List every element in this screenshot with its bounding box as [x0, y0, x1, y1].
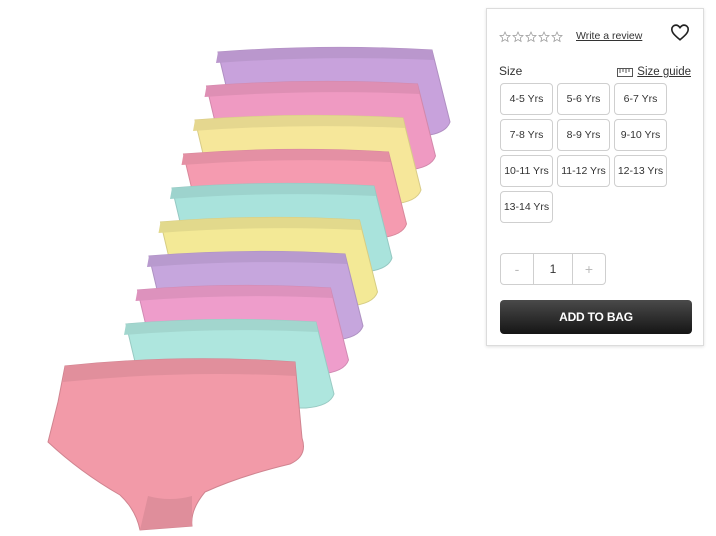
size-option[interactable]: 12-13 Yrs [614, 155, 667, 187]
size-option[interactable]: 5-6 Yrs [557, 83, 610, 115]
size-option[interactable]: 8-9 Yrs [557, 119, 610, 151]
rating-stars [499, 31, 563, 43]
size-option[interactable]: 13-14 Yrs [500, 191, 553, 223]
size-label: Size [499, 64, 523, 78]
star-icon [525, 31, 537, 43]
quantity-decrease-button[interactable]: - [500, 253, 534, 285]
star-icon [499, 31, 511, 43]
size-option[interactable]: 10-11 Yrs [500, 155, 553, 187]
size-options: 4-5 Yrs 5-6 Yrs 6-7 Yrs 7-8 Yrs 8-9 Yrs … [500, 83, 672, 223]
size-option[interactable]: 4-5 Yrs [500, 83, 553, 115]
ruler-icon [617, 67, 634, 77]
star-icon [538, 31, 550, 43]
size-guide-link[interactable]: Size guide [617, 66, 691, 78]
size-option[interactable]: 11-12 Yrs [557, 155, 610, 187]
size-guide-label: Size guide [637, 66, 691, 78]
brief-gusset [140, 496, 192, 530]
size-option[interactable]: 9-10 Yrs [614, 119, 667, 151]
star-icon [512, 31, 524, 43]
add-to-bag-button[interactable]: ADD TO BAG [500, 300, 692, 334]
star-icon [551, 31, 563, 43]
purchase-panel: Write a review Size Size guide 4-5 Yrs 5… [486, 8, 704, 346]
size-option[interactable]: 7-8 Yrs [500, 119, 553, 151]
quantity-increase-button[interactable]: + [572, 253, 606, 285]
write-review-link[interactable]: Write a review [576, 30, 642, 42]
quantity-value[interactable]: 1 [534, 253, 572, 285]
size-option[interactable]: 6-7 Yrs [614, 83, 667, 115]
heart-icon[interactable] [670, 23, 690, 41]
quantity-stepper: - 1 + [500, 253, 606, 285]
product-image [47, 46, 451, 531]
